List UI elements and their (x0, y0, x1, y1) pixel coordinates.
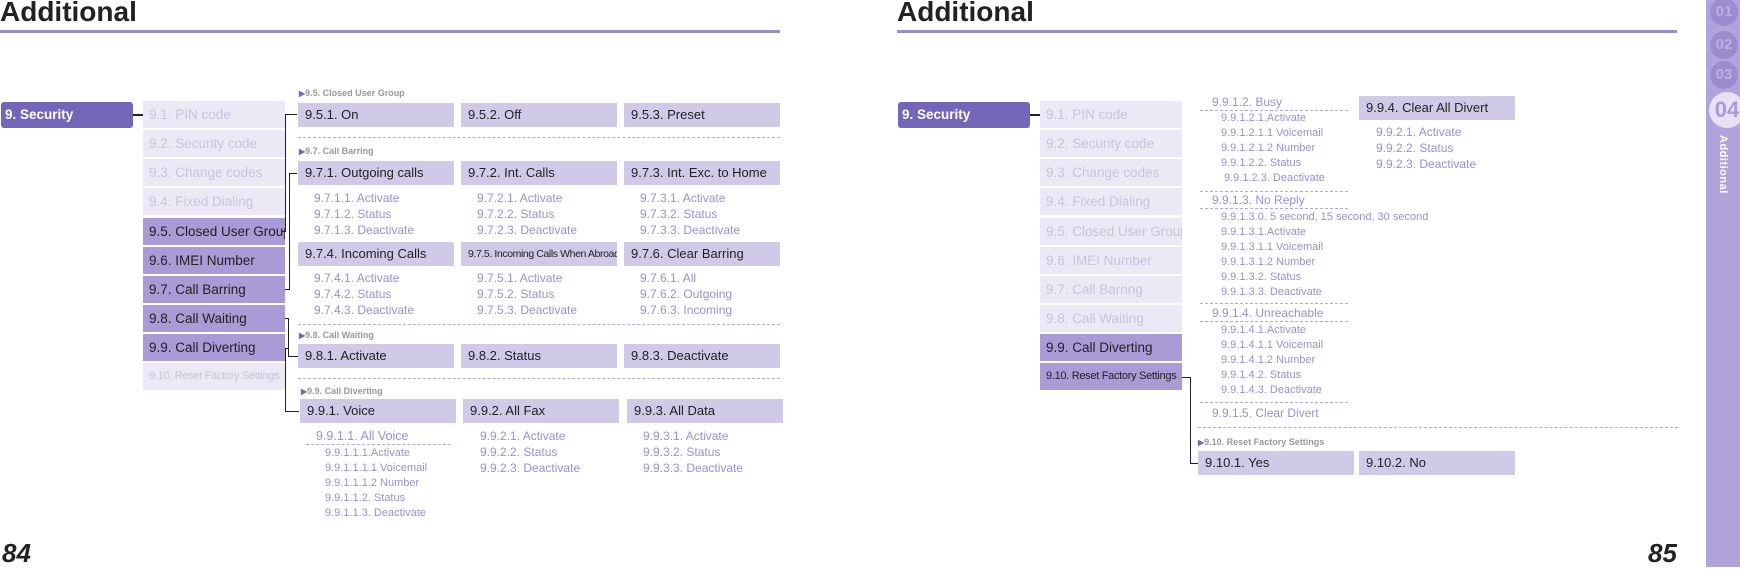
connector (285, 114, 297, 115)
option-int-exc-home[interactable]: 9.7.3. Int. Exc. to Home (624, 161, 780, 185)
title-rule-left (0, 30, 780, 33)
voice-head: 9.9.1.1. All Voice (316, 429, 409, 443)
option-incoming-abroad[interactable]: 9.7.5. Incoming Calls When Abroad (461, 242, 617, 266)
connector (288, 318, 289, 356)
divider (298, 324, 780, 325)
option-voice[interactable]: 9.9.1. Voice (300, 399, 456, 423)
sub-list: 9.9.1.4.1.Activate 9.9.1.4.1.1 Voicemail 9… (1221, 324, 1324, 396)
menu-item-call-waiting[interactable]: 9.8. Call Waiting (1040, 305, 1182, 332)
option-reset-no[interactable]: 9.10.2. No (1359, 451, 1515, 475)
option-cug-off[interactable]: 9.5.2. Off (461, 103, 617, 127)
connector (288, 356, 298, 357)
option-waiting-status[interactable]: 9.8.2. Status (461, 344, 617, 368)
root-security[interactable]: 9. Security (898, 102, 1030, 128)
menu-item-reset[interactable]: 9.10. Reset Factory Settings (143, 363, 285, 390)
page-title-right: Additional (897, 0, 1034, 27)
sub-list: 9.7.2.1. Activate 9.7.2.2. Status 9.7.2.3.… (477, 191, 578, 237)
sub-list: 9.7.5.1. Activate 9.7.5.2. Status 9.7.5.3.… (477, 271, 578, 317)
menu-item-closed-user-group[interactable]: 9.5. Closed User Group (143, 218, 285, 245)
connector (285, 289, 289, 290)
option-outgoing-calls[interactable]: 9.7.1. Outgoing calls (298, 161, 454, 185)
busy-head: 9.9.1.2. Busy (1212, 95, 1283, 109)
menu-item-pin[interactable]: 9.1. PIN code (143, 101, 285, 128)
divider (298, 137, 780, 138)
option-cug-preset[interactable]: 9.5.3. Preset (624, 103, 780, 127)
connector (1182, 377, 1190, 378)
menu-item-imei[interactable]: 9.6. IMEI Number (143, 247, 285, 274)
sub-list: 9.9.2.1. Activate 9.9.2.2. Status 9.9.2.3.… (1376, 125, 1477, 171)
menu-item-call-diverting[interactable]: 9.9. Call Diverting (143, 334, 285, 361)
connector (285, 114, 286, 232)
connector (285, 348, 288, 349)
menu-item-imei[interactable]: 9.6. IMEI Number (1040, 247, 1182, 274)
connector (285, 318, 289, 319)
sub-list: 9.7.3.1. Activate 9.7.3.2. Status 9.7.3.3.… (640, 191, 741, 237)
sub-list: 9.9.1.2.1.Activate 9.9.1.2.1.1 Voicemail 9… (1221, 112, 1325, 184)
connector (1190, 377, 1191, 464)
chapter-tab-04[interactable]: 04 (1709, 92, 1740, 128)
chapter-tab-03[interactable]: 03 (1710, 61, 1738, 89)
option-all-fax[interactable]: 9.9.2. All Fax (463, 399, 619, 423)
divider (298, 378, 780, 379)
divider (1200, 208, 1348, 209)
option-waiting-activate[interactable]: 9.8.1. Activate (298, 344, 454, 368)
menu-item-change-codes[interactable]: 9.3. Change codes (143, 159, 285, 186)
noreply-head: 9.9.1.3. No Reply (1212, 193, 1305, 207)
page-number-right: 85 (1648, 538, 1677, 568)
option-all-data[interactable]: 9.9.3. All Data (627, 399, 783, 423)
option-incoming-calls[interactable]: 9.7.4. Incoming Calls (298, 242, 454, 266)
menu-item-call-barring[interactable]: 9.7. Call Barring (143, 276, 285, 303)
chapter-label: Additional (1717, 135, 1729, 194)
section-label-waiting: ▶9.8. Call Waiting (299, 330, 374, 340)
connector (133, 114, 143, 116)
connector (1030, 114, 1040, 116)
connector (289, 173, 290, 290)
menu-item-security-code[interactable]: 9.2. Security code (1040, 130, 1182, 157)
sub-list: 9.7.4.1. Activate 9.7.4.2. Status 9.7.4.3.… (314, 271, 415, 317)
menu-item-pin[interactable]: 9.1. PIN code (1040, 101, 1182, 128)
root-security[interactable]: 9. Security (1, 102, 133, 128)
menu-item-call-diverting[interactable]: 9.9. Call Diverting (1040, 334, 1182, 361)
option-int-calls[interactable]: 9.7.2. Int. Calls (461, 161, 617, 185)
page-title-left: Additional (0, 0, 137, 27)
sub-list: 9.9.2.1. Activate 9.9.2.2. Status 9.9.2.3.… (480, 429, 581, 475)
menu-item-reset[interactable]: 9.10. Reset Factory Settings (1040, 363, 1182, 390)
option-clear-barring[interactable]: 9.7.6. Clear Barring (624, 242, 780, 266)
menu-item-security-code[interactable]: 9.2. Security code (143, 130, 285, 157)
divider (1200, 303, 1348, 304)
section-label-diverting: ▶9.9. Call Diverting (301, 386, 383, 396)
title-rule-right (897, 30, 1677, 33)
section-label-cug: ▶9.5. Closed User Group (299, 88, 405, 98)
option-cug-on[interactable]: 9.5.1. On (298, 103, 454, 127)
section-label-reset: ▶9.10. Reset Factory Settings (1198, 437, 1325, 447)
connector (289, 173, 297, 174)
option-clear-all-divert[interactable]: 9.9.4. Clear All Divert (1359, 96, 1515, 120)
option-waiting-deactivate[interactable]: 9.8.3. Deactivate (624, 344, 780, 368)
section-label-barring: ▶9.7. Call Barring (299, 146, 374, 156)
sub-list: 9.9.1.1.1.Activate 9.9.1.1.1.1 Voicemail 9… (325, 447, 428, 519)
menu-item-change-codes[interactable]: 9.3. Change codes (1040, 159, 1182, 186)
menu-item-fixed-dialing[interactable]: 9.4. Fixed Dialing (143, 188, 285, 215)
divider (306, 444, 451, 445)
sub-list: 9.9.3.1. Activate 9.9.3.2. Status 9.9.3.3.… (643, 429, 744, 475)
sub-list: 9.7.6.1. All 9.7.6.2. Outgoing 9.7.6.3. In… (640, 271, 733, 317)
menu-item-call-barring[interactable]: 9.7. Call Barring (1040, 276, 1182, 303)
menu-item-call-waiting[interactable]: 9.8. Call Waiting (143, 305, 285, 332)
sub-list: 9.9.1.3.0. 5 second, 15 second, 30 secon… (1221, 211, 1429, 298)
connector (281, 231, 285, 232)
divider (1198, 427, 1678, 428)
sub-list: 9.7.1.1. Activate 9.7.1.2. Status 9.7.1.3.… (314, 191, 415, 237)
menu-item-fixed-dialing[interactable]: 9.4. Fixed Dialing (1040, 188, 1182, 215)
menu-item-closed-user-group[interactable]: 9.5. Closed User Group (1040, 218, 1182, 245)
connector (285, 411, 299, 412)
clear-divert: 9.9.1.5. Clear Divert (1212, 406, 1319, 420)
connector (1190, 463, 1198, 464)
divider (1200, 402, 1348, 403)
unreachable-head: 9.9.1.4. Unreachable (1212, 306, 1324, 320)
page-number-left: 84 (2, 538, 31, 568)
divider (1200, 321, 1348, 322)
connector (285, 348, 286, 412)
option-reset-yes[interactable]: 9.10.1. Yes (1198, 451, 1354, 475)
chapter-tab-02[interactable]: 02 (1710, 31, 1738, 59)
